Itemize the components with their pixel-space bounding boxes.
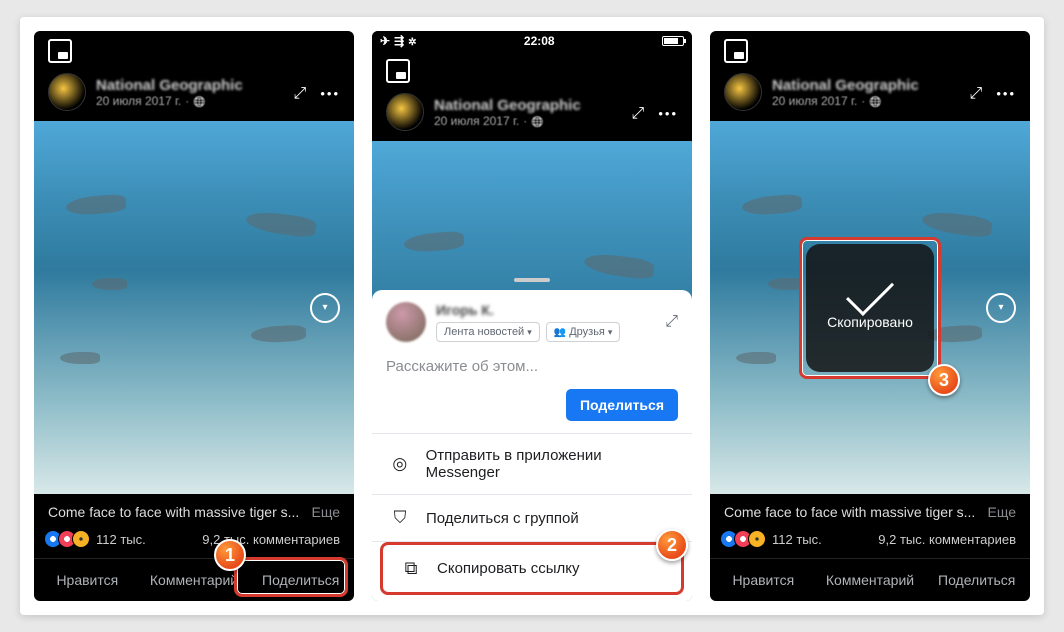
checkmark-icon [846, 267, 894, 315]
post-date: 20 июля 2017 г. [96, 94, 181, 108]
like-button[interactable]: Нравится [710, 559, 817, 601]
more-dots-icon[interactable] [320, 82, 340, 103]
share-text-input[interactable]: Расскажите об этом... [372, 350, 692, 389]
caret-down-icon [608, 326, 613, 338]
expand-icon[interactable] [970, 82, 983, 103]
tutorial-triptych: National Geographic 20 июля 2017 г. · Co… [20, 17, 1044, 615]
page-name[interactable]: National Geographic [434, 97, 622, 114]
battery-icon [662, 36, 684, 46]
user-name[interactable]: Игорь К. [436, 302, 620, 318]
likes-count: 112 тыс. [772, 532, 822, 547]
marker-1: 1 [214, 539, 246, 571]
reactions-icons [48, 530, 90, 548]
status-bar: 22:08 [372, 31, 692, 51]
caption-text: Come face to face with massive tiger s..… [724, 504, 980, 520]
expand-sheet-icon[interactable] [665, 313, 678, 331]
page-name[interactable]: National Geographic [772, 77, 960, 94]
wow-reaction-icon [72, 530, 90, 548]
stats-row[interactable]: 112 тыс. 9,2 тыс. комментариев [710, 526, 1030, 558]
caption-more-link[interactable]: Еще [312, 504, 341, 520]
post-header: National Geographic 20 июля 2017 г.· [710, 63, 1030, 121]
share-sheet: Игорь К. Лента новостей Друзья Расскажит… [372, 290, 692, 601]
caret-down-icon [527, 326, 532, 338]
friends-icon [554, 326, 566, 338]
drag-handle[interactable] [514, 278, 550, 282]
comment-button[interactable]: Комментарий [817, 559, 924, 601]
reactions-icons [724, 530, 766, 548]
user-avatar[interactable] [386, 302, 426, 342]
marker-3: 3 [928, 364, 960, 396]
share-option-copy-link[interactable]: Скопировать ссылку [383, 545, 681, 592]
video-media[interactable]: Скопировано [710, 121, 1030, 494]
phone-screen-3: National Geographic 20 июля 2017 г.· Ско… [710, 31, 1030, 601]
post-date-row: 20 июля 2017 г. · [96, 94, 284, 108]
wifi-icon [394, 34, 404, 48]
messenger-icon [388, 454, 412, 474]
group-icon [388, 508, 412, 528]
globe-icon [193, 94, 205, 108]
share-now-button[interactable]: Поделиться [566, 389, 678, 421]
page-avatar[interactable] [724, 73, 762, 111]
highlight-toast: Скопировано [799, 237, 941, 379]
like-button[interactable]: Нравится [34, 559, 141, 601]
status-time: 22:08 [524, 34, 555, 48]
share-option-messenger[interactable]: Отправить в приложении Messenger [372, 434, 692, 494]
action-bar: Нравится Комментарий Поделиться [710, 558, 1030, 601]
highlight-copy-link: Скопировать ссылку [380, 542, 684, 595]
wow-reaction-icon [748, 530, 766, 548]
post-date-row: 20 июля 2017 г.· [434, 114, 622, 128]
airplane-mode-icon [380, 34, 390, 48]
caption-row: Come face to face with massive tiger s..… [34, 494, 354, 526]
stats-row[interactable]: 112 тыс. 9,2 тыс. комментариев [34, 526, 354, 558]
audience-selector[interactable]: Друзья [546, 322, 621, 342]
pip-icon[interactable] [724, 39, 748, 63]
vr-360-icon[interactable] [986, 293, 1016, 323]
more-dots-icon[interactable] [658, 102, 678, 123]
feed-selector[interactable]: Лента новостей [436, 322, 540, 342]
page-name[interactable]: National Geographic [96, 77, 284, 94]
phone-screen-1: National Geographic 20 июля 2017 г. · Co… [34, 31, 354, 601]
phone-screen-2: 22:08 National Geographic 20 июля 2017 г… [372, 31, 692, 601]
vr-360-icon[interactable] [310, 293, 340, 323]
share-option-group[interactable]: Поделиться с группой [372, 495, 692, 541]
page-avatar[interactable] [48, 73, 86, 111]
loading-icon [408, 34, 416, 48]
highlight-share: Поделиться [234, 557, 348, 597]
caption-more-link[interactable]: Еще [988, 504, 1017, 520]
expand-icon[interactable] [632, 102, 645, 123]
toast-text: Скопировано [827, 314, 913, 330]
more-dots-icon[interactable] [996, 82, 1016, 103]
copied-toast: Скопировано [806, 244, 934, 372]
pip-icon[interactable] [386, 59, 410, 83]
page-avatar[interactable] [386, 93, 424, 131]
likes-count: 112 тыс. [96, 532, 146, 547]
comments-count: 9,2 тыс. комментариев [878, 532, 1016, 547]
post-header: National Geographic 20 июля 2017 г. · [34, 63, 354, 121]
marker-2: 2 [656, 529, 688, 561]
copy-icon [399, 558, 423, 579]
pip-icon[interactable] [48, 39, 72, 63]
share-button[interactable]: Поделиться [923, 559, 1030, 601]
post-header: National Geographic 20 июля 2017 г.· [372, 83, 692, 141]
globe-icon [869, 94, 881, 108]
caption-row: Come face to face with massive tiger s..… [710, 494, 1030, 526]
caption-text: Come face to face with massive tiger s..… [48, 504, 304, 520]
globe-icon [531, 114, 543, 128]
video-media[interactable] [34, 121, 354, 494]
expand-icon[interactable] [294, 82, 307, 103]
post-date-row: 20 июля 2017 г.· [772, 94, 960, 108]
